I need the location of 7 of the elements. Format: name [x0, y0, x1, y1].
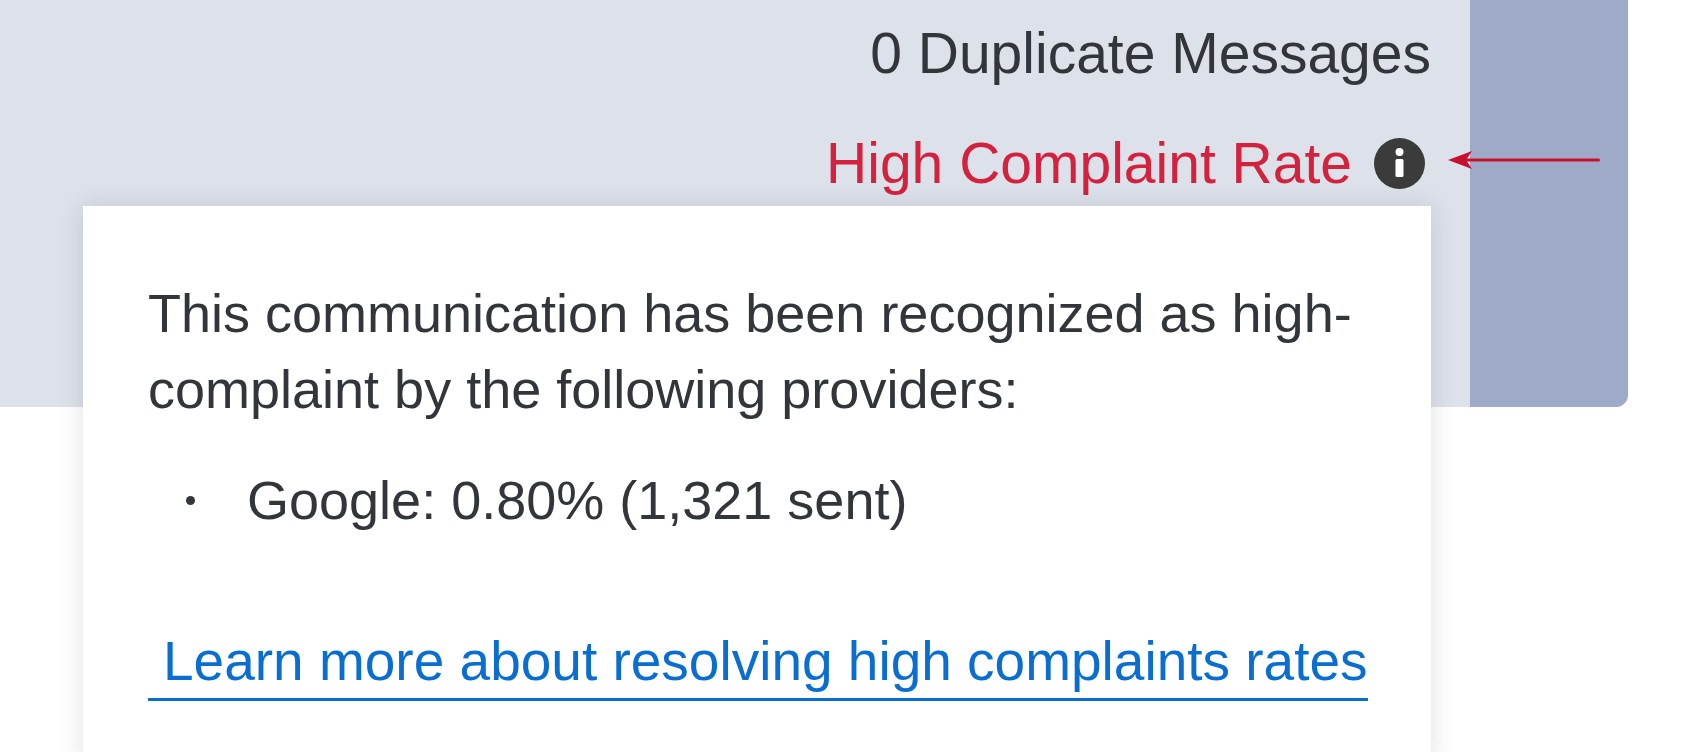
provider-rate: Google: 0.80% (1,321 sent)	[247, 469, 908, 532]
info-icon[interactable]	[1374, 137, 1425, 189]
popover-message: This communication has been recognized as high-complaint by the following providers:	[148, 282, 1353, 421]
complaint-warning: High Complaint Rate	[826, 130, 1352, 197]
bullet-icon	[186, 495, 195, 505]
duplicate-count: 0 Duplicate Messages	[870, 20, 1431, 87]
learn-more-link[interactable]: Learn more about resolving high complaints rates	[148, 625, 1368, 701]
